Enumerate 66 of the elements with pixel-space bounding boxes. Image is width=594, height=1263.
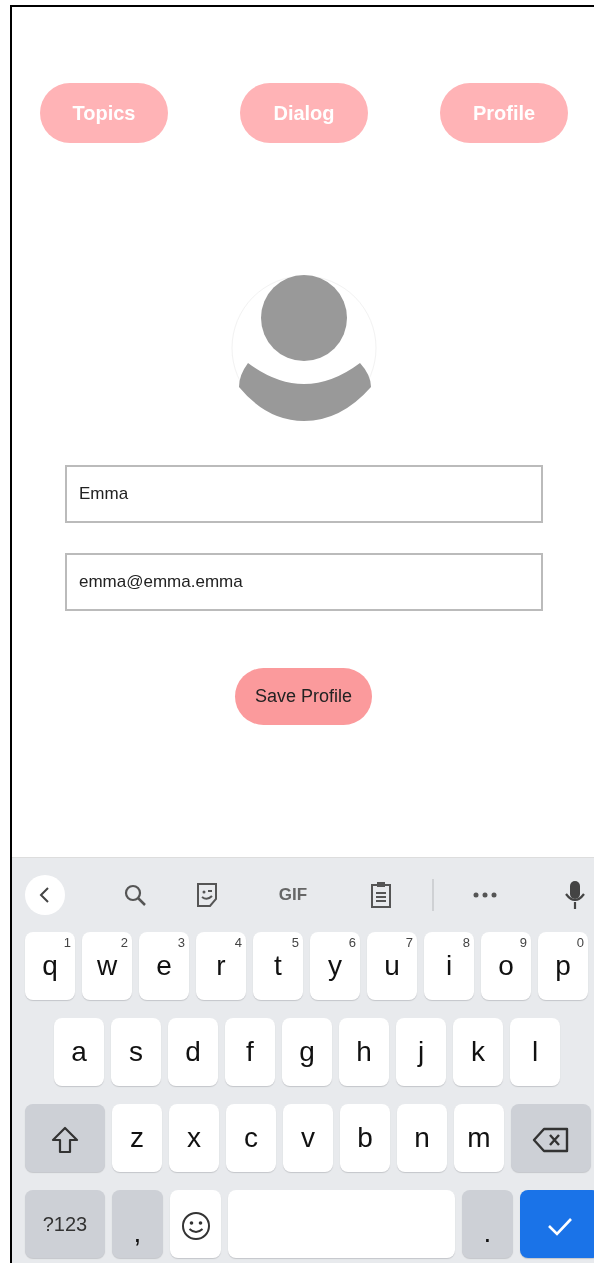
letter-key[interactable]: s — [111, 1018, 161, 1086]
letter-key[interactable]: 9 o — [481, 932, 531, 1000]
search-icon[interactable] — [123, 883, 147, 907]
key-label: e — [156, 950, 172, 981]
letter-key[interactable]: b — [340, 1104, 390, 1172]
number-hint: 3 — [177, 934, 185, 952]
letter-key[interactable]: g — [282, 1018, 332, 1086]
gif-button[interactable]: GIF — [278, 882, 308, 908]
key-label: t — [274, 950, 282, 981]
letter-key[interactable]: h — [339, 1018, 389, 1086]
emoji-key[interactable] — [170, 1190, 221, 1258]
key-label: r — [216, 950, 226, 981]
punctuation-key[interactable]: . — [462, 1190, 513, 1258]
letter-key[interactable]: 7 u — [367, 932, 417, 1000]
back-icon[interactable] — [25, 875, 65, 915]
letter-key[interactable]: n — [397, 1104, 447, 1172]
number-hint: 2 — [120, 934, 128, 952]
letter-key[interactable]: 8 i — [424, 932, 474, 1000]
punctuation-key[interactable]: , — [112, 1190, 163, 1258]
letter-key[interactable]: k — [453, 1018, 503, 1086]
key-label: u — [384, 950, 400, 981]
letter-key[interactable]: m — [454, 1104, 504, 1172]
key-label: p — [555, 950, 571, 981]
clipboard-icon[interactable] — [370, 881, 392, 909]
text-field[interactable]: emma@emma.emma — [65, 553, 543, 611]
key-label: q — [42, 950, 58, 981]
shift-icon — [50, 1124, 80, 1155]
text-field[interactable]: Emma — [65, 465, 543, 523]
number-hint: 4 — [234, 934, 242, 952]
key-label: y — [328, 950, 342, 981]
shift-key[interactable] — [25, 1104, 105, 1172]
letter-key[interactable]: 5 t — [253, 932, 303, 1000]
number-hint: 7 — [405, 934, 413, 952]
backspace-key[interactable] — [511, 1104, 591, 1172]
key-label: i — [445, 950, 453, 981]
key-label: w — [96, 950, 118, 981]
more-icon[interactable] — [473, 892, 497, 898]
letter-key[interactable]: x — [169, 1104, 219, 1172]
number-hint: 8 — [462, 934, 470, 952]
letter-key[interactable]: 6 y — [310, 932, 360, 1000]
letter-key[interactable]: j — [396, 1018, 446, 1086]
number-hint: 0 — [576, 934, 584, 952]
letter-key[interactable]: a — [54, 1018, 104, 1086]
number-hint: 1 — [63, 934, 71, 952]
letter-key[interactable]: z — [112, 1104, 162, 1172]
backspace-icon — [532, 1125, 570, 1154]
number-hint: 9 — [519, 934, 527, 952]
microphone-icon[interactable] — [565, 880, 585, 910]
number-hint: 6 — [348, 934, 356, 952]
letter-key[interactable]: f — [225, 1018, 275, 1086]
letter-key[interactable]: l — [510, 1018, 560, 1086]
key-label: o — [498, 950, 514, 981]
letter-key[interactable]: 1 q — [25, 932, 75, 1000]
letter-key[interactable]: d — [168, 1018, 218, 1086]
avatar-icon — [231, 275, 377, 421]
save-profile-button[interactable]: Save Profile — [235, 668, 372, 725]
letter-key[interactable]: c — [226, 1104, 276, 1172]
letter-key[interactable]: 4 r — [196, 932, 246, 1000]
number-hint: 5 — [291, 934, 299, 952]
letter-key[interactable]: 0 p — [538, 932, 588, 1000]
sticker-icon[interactable] — [195, 882, 219, 908]
letter-key[interactable]: v — [283, 1104, 333, 1172]
symbols-key[interactable]: ?123 — [25, 1190, 105, 1258]
letter-key[interactable]: 2 w — [82, 932, 132, 1000]
emoji-icon — [180, 1210, 211, 1241]
letter-key[interactable]: 3 e — [139, 932, 189, 1000]
